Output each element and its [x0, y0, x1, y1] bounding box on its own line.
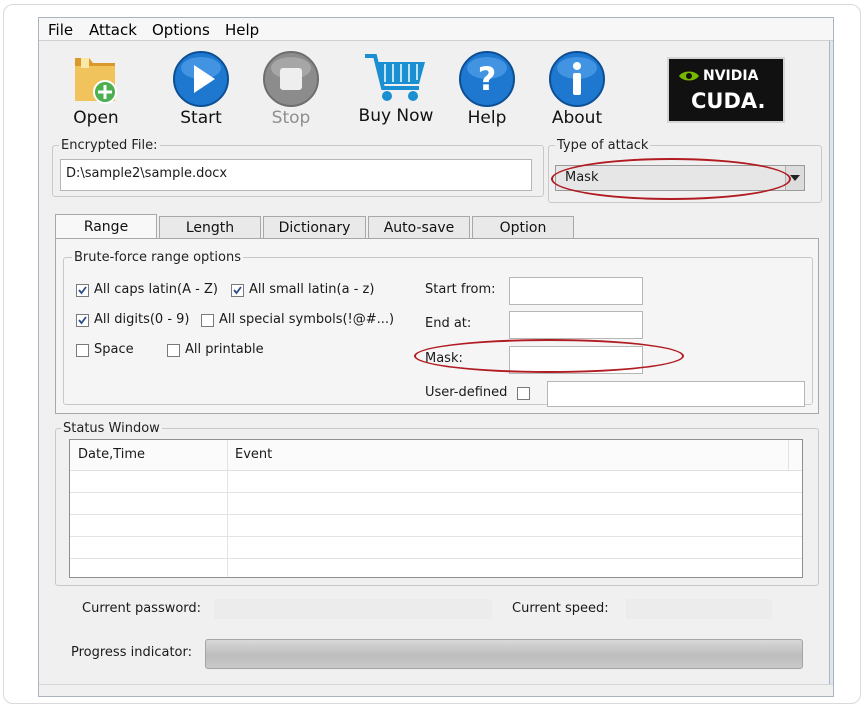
help-button[interactable]: ? Help: [442, 46, 532, 130]
checkmark-icon: [233, 286, 242, 295]
encrypted-file-label: Encrypted File:: [59, 138, 160, 153]
special-symbols-label: All special symbols(!@#...): [219, 312, 395, 327]
screenshot-frame: File Attack Options Help Open Start Stop: [3, 4, 861, 704]
column-divider: [227, 470, 228, 577]
header-divider: [788, 440, 789, 470]
row-divider: [70, 514, 802, 515]
small-latin-label: All small latin(a - z): [249, 282, 375, 297]
small-latin-checkbox[interactable]: [231, 284, 244, 297]
nvidia-cuda-badge: NVIDIA CUDA.: [667, 57, 785, 123]
start-button[interactable]: Start: [156, 46, 246, 130]
tab-dictionary[interactable]: Dictionary: [263, 216, 366, 239]
current-password-value-box: [214, 599, 492, 619]
user-defined-label: User-defined: [425, 385, 508, 400]
tab-range[interactable]: Range: [55, 214, 157, 239]
brute-force-label: Brute-force range options: [72, 250, 243, 265]
app-window: File Attack Options Help Open Start Stop: [38, 17, 834, 697]
open-folder-icon: [75, 58, 117, 104]
menu-bar: File Attack Options Help: [39, 18, 833, 41]
tab-option[interactable]: Option: [472, 216, 574, 239]
tab-length[interactable]: Length: [159, 216, 261, 239]
row-divider: [70, 492, 802, 493]
encrypted-file-field[interactable]: D:\sample2\sample.docx: [60, 159, 532, 191]
encrypted-file-path: D:\sample2\sample.docx: [66, 166, 228, 181]
menu-file[interactable]: File: [48, 21, 73, 39]
space-label: Space: [94, 342, 134, 357]
menu-options[interactable]: Options: [152, 21, 210, 39]
column-event[interactable]: Event: [235, 447, 272, 462]
space-checkbox[interactable]: [76, 344, 89, 357]
stop-button[interactable]: Stop: [246, 46, 336, 130]
open-button[interactable]: Open: [51, 46, 141, 130]
about-label: About: [551, 108, 603, 128]
progress-bar: [205, 639, 803, 669]
row-divider: [70, 558, 802, 559]
play-icon: [173, 51, 229, 107]
about-button[interactable]: About: [532, 46, 622, 130]
menu-attack[interactable]: Attack: [89, 21, 137, 39]
user-defined-field[interactable]: [547, 381, 805, 407]
open-label: Open: [73, 108, 119, 128]
start-from-label: Start from:: [425, 282, 496, 297]
stop-label: Stop: [271, 108, 311, 128]
help-icon: ?: [459, 51, 515, 107]
attack-type-value: Mask: [565, 170, 599, 185]
status-window-label: Status Window: [61, 421, 162, 436]
end-at-label: End at:: [425, 316, 472, 331]
start-label: Start: [180, 108, 222, 128]
info-icon: [549, 51, 605, 107]
nvidia-eye-icon: [679, 71, 699, 81]
badge-brand: NVIDIA: [703, 68, 759, 84]
buy-now-label: Buy Now: [358, 106, 434, 126]
header-divider: [227, 440, 228, 470]
user-defined-checkbox[interactable]: [517, 387, 530, 400]
start-from-field[interactable]: [509, 277, 643, 305]
attack-type-label: Type of attack: [555, 138, 651, 153]
status-table[interactable]: Date,Time Event: [69, 439, 803, 578]
end-at-field[interactable]: [509, 311, 643, 339]
mask-label: Mask:: [425, 351, 463, 366]
checkmark-icon: [78, 316, 87, 325]
svg-text:?: ?: [478, 60, 497, 98]
range-tab-panel: Brute-force range options All caps latin…: [55, 238, 819, 414]
buy-now-button[interactable]: Buy Now: [351, 46, 441, 130]
badge-product: CUDA.: [691, 89, 766, 113]
chevron-down-icon: [790, 175, 800, 181]
attack-dropdown-button[interactable]: [785, 166, 804, 190]
help-label: Help: [467, 108, 507, 128]
menu-help[interactable]: Help: [225, 21, 259, 39]
shopping-cart-icon: [365, 54, 425, 101]
all-printable-checkbox[interactable]: [167, 344, 180, 357]
caps-latin-checkbox[interactable]: [76, 284, 89, 297]
checkmark-icon: [78, 286, 87, 295]
tab-auto-save[interactable]: Auto-save: [368, 216, 470, 239]
mask-field[interactable]: [509, 346, 643, 374]
attack-type-select[interactable]: Mask: [555, 165, 805, 191]
window-right-border: [829, 18, 833, 696]
current-speed-value-box: [626, 599, 772, 619]
status-bar-strip: [39, 684, 833, 696]
digits-checkbox[interactable]: [76, 314, 89, 327]
digits-label: All digits(0 - 9): [94, 312, 190, 327]
current-speed-label: Current speed:: [512, 601, 609, 616]
caps-latin-label: All caps latin(A - Z): [94, 282, 218, 297]
special-symbols-checkbox[interactable]: [201, 314, 214, 327]
all-printable-label: All printable: [185, 342, 264, 357]
progress-indicator-label: Progress indicator:: [71, 645, 192, 660]
status-table-header: Date,Time Event: [70, 440, 802, 471]
stop-icon: [263, 51, 319, 107]
current-password-label: Current password:: [82, 601, 202, 616]
row-divider: [70, 536, 802, 537]
column-date-time[interactable]: Date,Time: [78, 447, 145, 462]
